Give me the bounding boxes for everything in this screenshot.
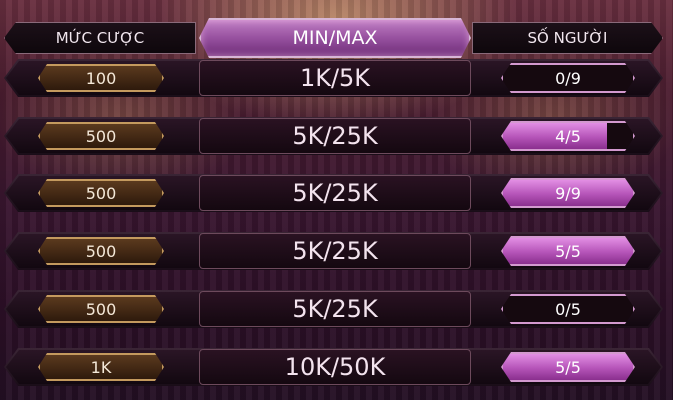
bet-amount: 500 [38, 179, 164, 207]
minmax-text: 1K/5K [299, 64, 371, 92]
bet-amount-text: 500 [85, 126, 117, 146]
players-text: 0/5 [555, 299, 581, 319]
players-count: 5/5 [501, 236, 635, 266]
minmax-value: 5K/25K [199, 291, 471, 327]
minmax-value: 1K/5K [199, 60, 471, 96]
table-row[interactable]: 500 5K/25K 0/5 [0, 290, 673, 328]
players-text: 5/5 [555, 241, 581, 261]
table-row[interactable]: 1K 10K/50K 5/5 [0, 348, 673, 386]
minmax-value: 10K/50K [199, 349, 471, 385]
players-text: 0/9 [555, 68, 581, 88]
header-bet-label: MỨC CƯỢC [55, 29, 145, 47]
players-count: 4/5 [501, 121, 635, 151]
bet-amount-text: 500 [85, 183, 117, 203]
header-bet-level: MỨC CƯỢC [4, 22, 196, 54]
minmax-value: 5K/25K [199, 233, 471, 269]
players-text: 5/5 [555, 357, 581, 377]
table-row[interactable]: 500 5K/25K 4/5 [0, 117, 673, 155]
minmax-text: 5K/25K [292, 295, 378, 323]
bet-amount: 100 [38, 64, 164, 92]
players-count: 0/9 [501, 63, 635, 93]
minmax-value: 5K/25K [199, 175, 471, 211]
header-minmax-label: MIN/MAX [292, 27, 378, 49]
minmax-text: 5K/25K [292, 237, 378, 265]
table-row[interactable]: 100 1K/5K 0/9 [0, 59, 673, 97]
players-text: 9/9 [555, 183, 581, 203]
bet-amount-text: 500 [85, 241, 117, 261]
table-row[interactable]: 500 5K/25K 9/9 [0, 174, 673, 212]
header-minmax: MIN/MAX [199, 18, 471, 58]
bet-amount-text: 100 [85, 68, 117, 88]
header-players: SỐ NGƯỜI [472, 22, 663, 54]
header-players-label: SỐ NGƯỜI [527, 29, 608, 47]
bet-amount: 500 [38, 122, 164, 150]
players-count: 5/5 [501, 352, 635, 382]
bet-amount: 1K [38, 353, 164, 381]
players-text: 4/5 [555, 126, 581, 146]
minmax-value: 5K/25K [199, 118, 471, 154]
bet-amount: 500 [38, 237, 164, 265]
players-count: 0/5 [501, 294, 635, 324]
bet-amount: 500 [38, 295, 164, 323]
minmax-text: 5K/25K [292, 122, 378, 150]
minmax-text: 10K/50K [284, 353, 386, 381]
minmax-text: 5K/25K [292, 179, 378, 207]
bet-amount-text: 1K [90, 357, 112, 377]
table-row[interactable]: 500 5K/25K 5/5 [0, 232, 673, 270]
bet-amount-text: 500 [85, 299, 117, 319]
players-count: 9/9 [501, 178, 635, 208]
